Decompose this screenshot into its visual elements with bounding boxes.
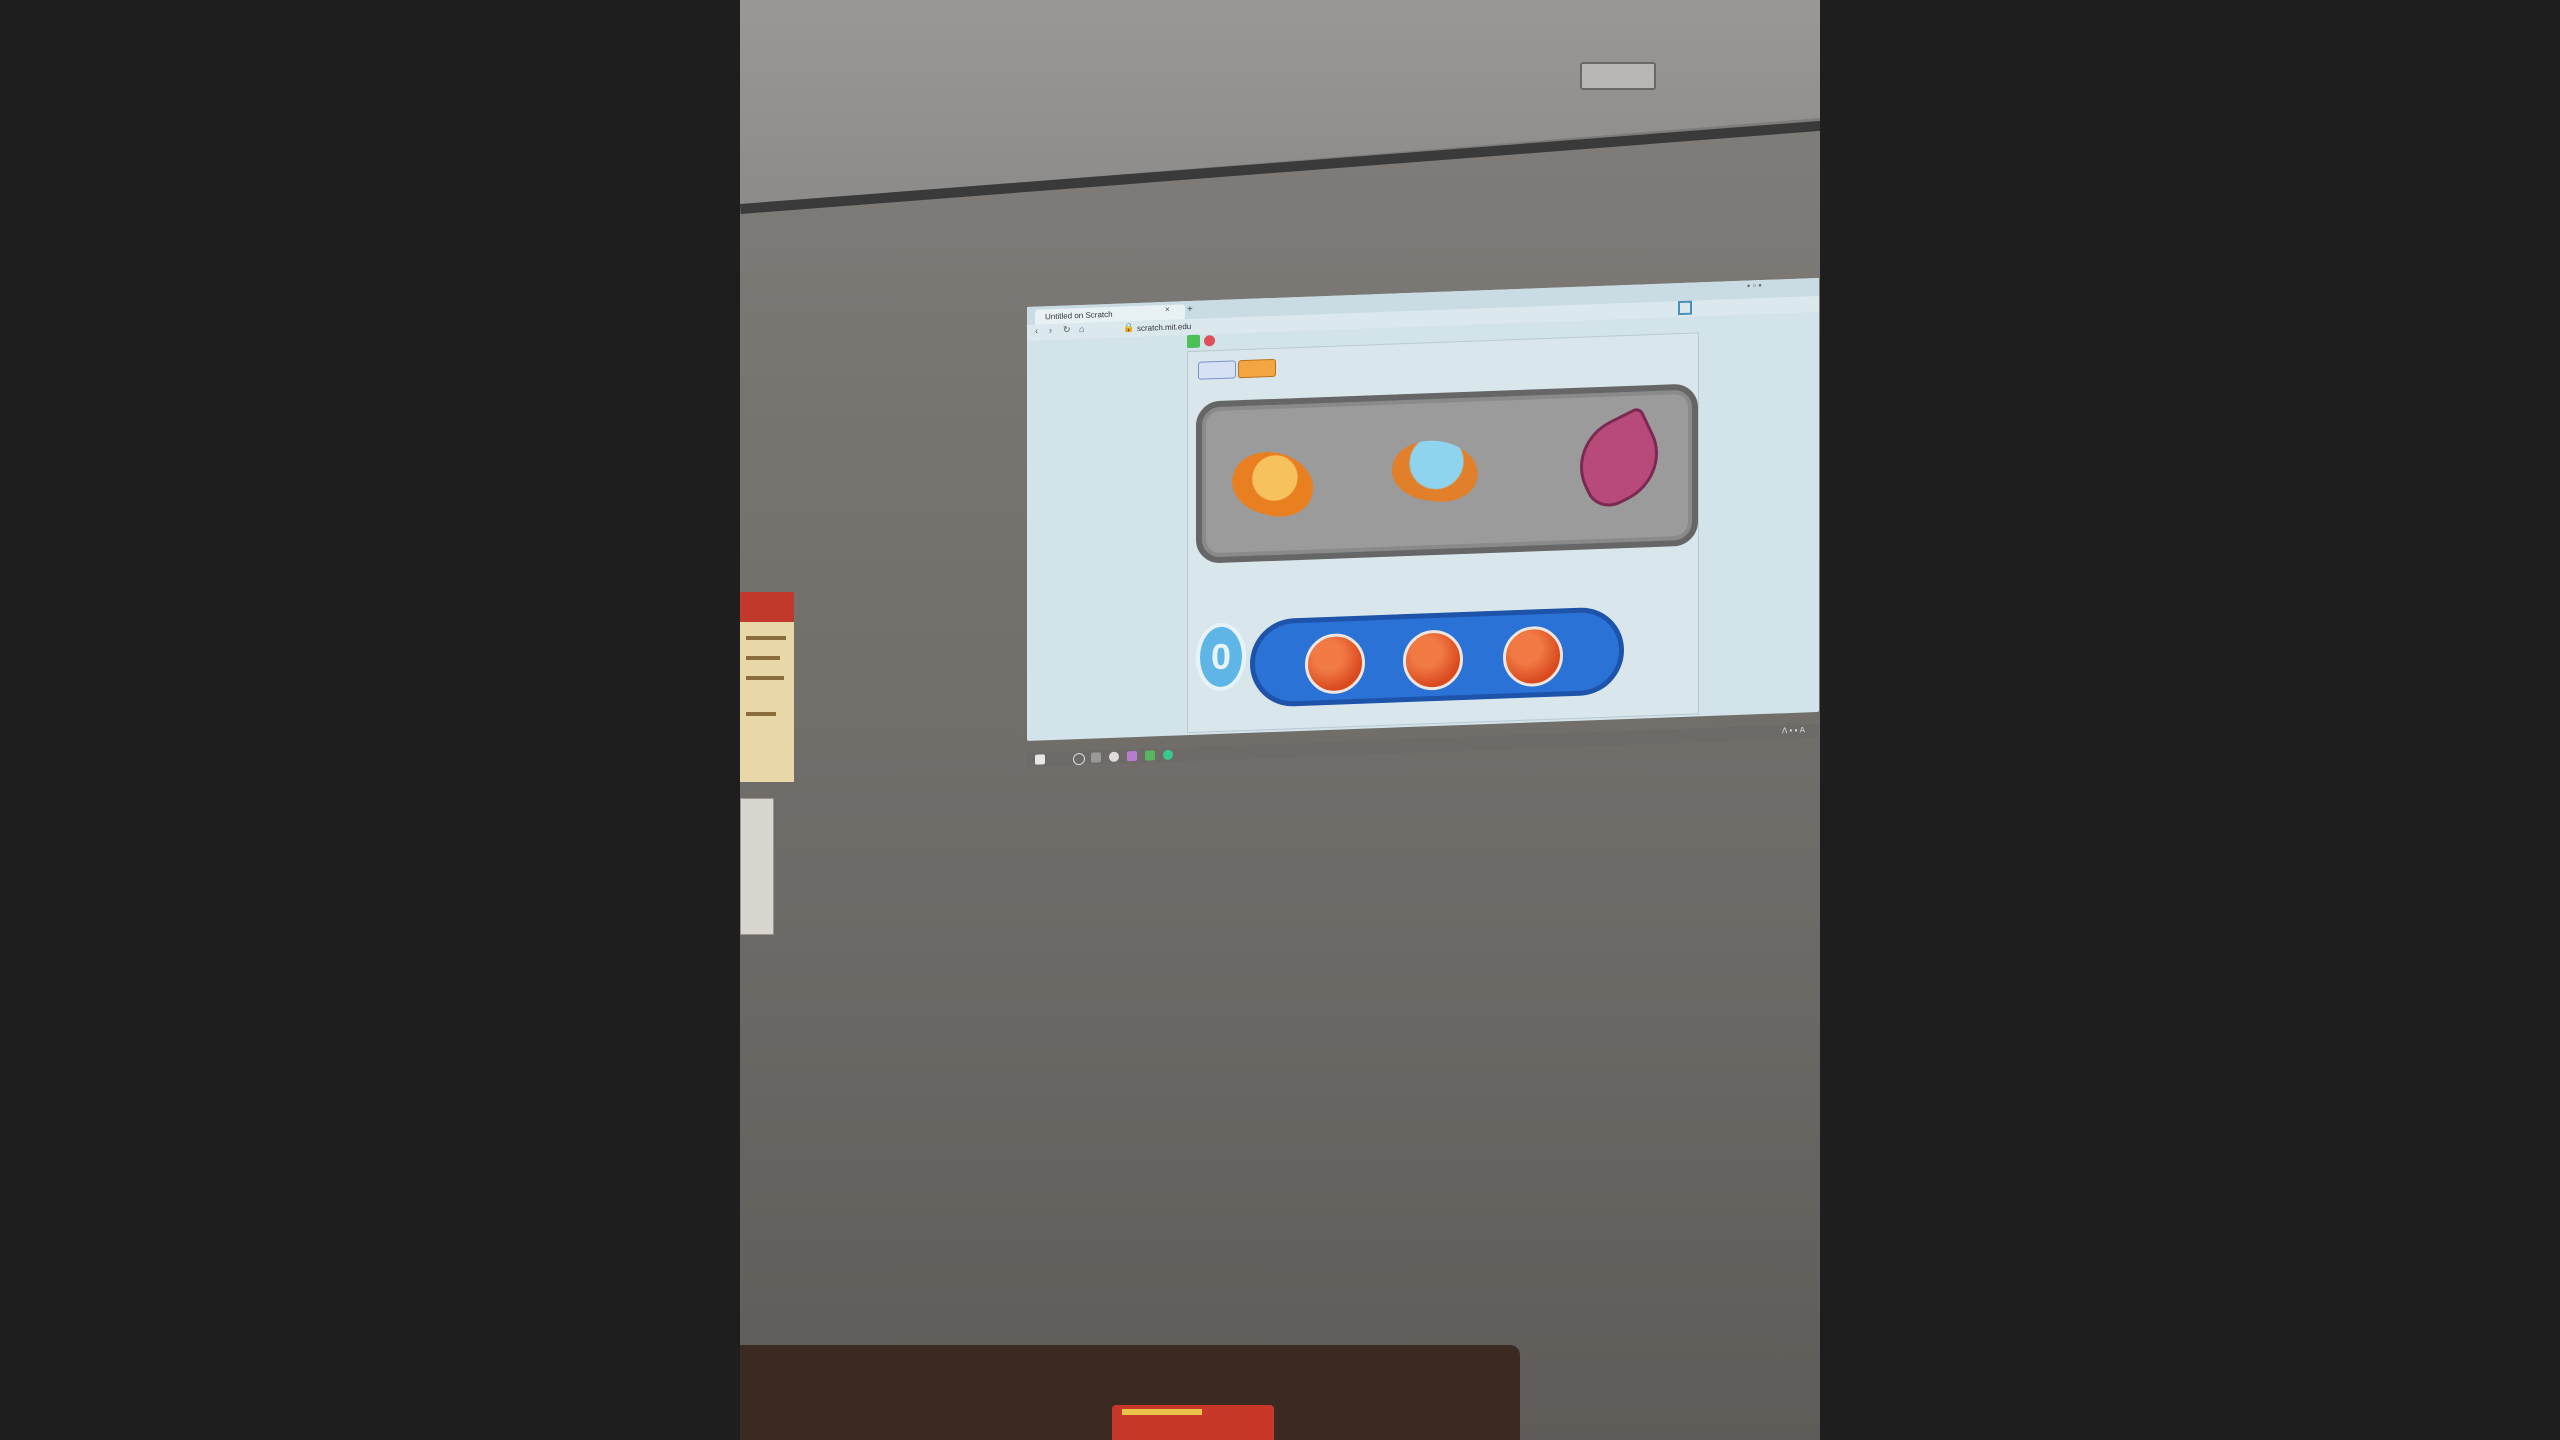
tab-close-button[interactable]: × bbox=[1165, 305, 1170, 314]
counter-value: 0 bbox=[1210, 635, 1232, 678]
stop-icon[interactable] bbox=[1204, 335, 1215, 347]
orange-ball-sprite[interactable] bbox=[1403, 629, 1463, 692]
lock-icon: 🔒 bbox=[1123, 322, 1135, 333]
search-icon[interactable] bbox=[1073, 752, 1085, 766]
orange-ball-sprite[interactable] bbox=[1503, 625, 1563, 688]
system-tray[interactable]: ᐱ ▪ ▪ A bbox=[1782, 725, 1805, 735]
new-tab-button[interactable]: + bbox=[1187, 304, 1193, 315]
windows-taskbar: ᐱ ▪ ▪ A bbox=[1027, 723, 1819, 767]
spreadsheet-app-icon[interactable] bbox=[1145, 750, 1155, 761]
scratch-stage[interactable]: 0 bbox=[1187, 332, 1699, 734]
desk-snack-package bbox=[1112, 1405, 1274, 1440]
ceiling-vent bbox=[1580, 62, 1656, 90]
green-flag-icon[interactable] bbox=[1187, 334, 1200, 349]
task-view-icon[interactable] bbox=[1091, 752, 1101, 763]
tab-title: Untitled on Scratch bbox=[1045, 309, 1113, 322]
blue-orange-sprite[interactable] bbox=[1387, 435, 1483, 507]
window-controls[interactable]: ▪ ▫ ▪ bbox=[1747, 280, 1762, 291]
app-icon[interactable] bbox=[1127, 750, 1137, 762]
wall-paper-notice bbox=[740, 798, 774, 935]
forward-arrow-icon[interactable]: › bbox=[1049, 325, 1052, 335]
counter-display: 0 bbox=[1196, 621, 1246, 692]
projected-screen: Untitled on Scratch × + ▪ ▫ ▪ ‹ › ↻ ⌂ 🔒 … bbox=[1027, 266, 1819, 767]
fruit-tray bbox=[1196, 383, 1698, 564]
camera-video-frame: Untitled on Scratch × + ▪ ▫ ▪ ‹ › ↻ ⌂ 🔒 … bbox=[740, 0, 1820, 1440]
wall-poster bbox=[740, 592, 794, 782]
desktop-screen: Untitled on Scratch × + ▪ ▫ ▪ ‹ › ↻ ⌂ 🔒 … bbox=[1027, 277, 1819, 767]
music-app-icon[interactable] bbox=[1163, 749, 1173, 761]
banana-sprite[interactable] bbox=[1564, 405, 1674, 516]
variable-monitor-orange bbox=[1238, 358, 1276, 379]
home-icon[interactable]: ⌂ bbox=[1079, 324, 1084, 334]
orange-ball-sprite[interactable] bbox=[1305, 632, 1365, 695]
reload-icon[interactable]: ↻ bbox=[1063, 324, 1071, 335]
ceiling bbox=[740, 0, 1820, 205]
url-text: scratch.mit.edu bbox=[1137, 321, 1192, 333]
ball-track bbox=[1250, 606, 1624, 708]
fullscreen-icon[interactable] bbox=[1678, 300, 1692, 316]
orange-half-sprite[interactable] bbox=[1224, 442, 1322, 526]
windows-start-icon[interactable] bbox=[1035, 754, 1045, 765]
settings-gear-icon[interactable] bbox=[1109, 751, 1119, 762]
variable-monitor bbox=[1198, 360, 1236, 380]
back-arrow-icon[interactable]: ‹ bbox=[1035, 326, 1038, 336]
